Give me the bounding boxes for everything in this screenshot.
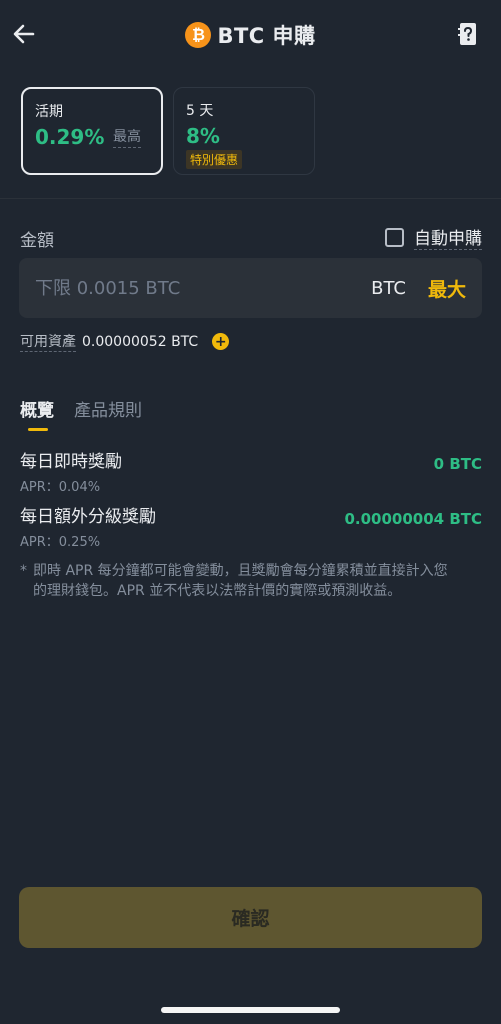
header: ₿ BTC 申購: [0, 0, 501, 70]
confirm-button[interactable]: 確認: [19, 887, 482, 948]
auto-subscribe-checkbox[interactable]: [385, 227, 404, 247]
reward-apr: APR：0.25%: [20, 535, 101, 550]
max-rate-note: 最高: [113, 126, 141, 148]
apr-footnote: * 即時 APR 每分鐘都可能會變動，且獎勵會每分鐘累積並直接計入您的理財錢包。…: [20, 561, 450, 601]
product-rate: 8%: [186, 124, 220, 148]
tab-product-rules[interactable]: 產品規則: [74, 396, 142, 431]
tab-overview[interactable]: 概覽: [20, 396, 54, 431]
max-button[interactable]: 最大: [428, 275, 466, 302]
available-balance-value: 0.00000052 BTC: [82, 333, 199, 350]
footnote-mark: *: [20, 563, 27, 579]
page-title: BTC 申購: [217, 24, 316, 48]
special-offer-badge: 特別優惠: [186, 150, 243, 169]
home-indicator: [161, 1007, 340, 1013]
reward-row-tiered: 每日額外分級獎勵 APR：0.25% 0.00000004 BTC: [20, 502, 482, 550]
amount-label: 金額: [20, 231, 54, 251]
product-card-5-day[interactable]: 5 天 8% 特別優惠: [173, 87, 315, 175]
reward-row-realtime: 每日即時獎勵 APR：0.04% 0 BTC: [20, 447, 482, 495]
help-button[interactable]: [457, 22, 479, 46]
available-balance: 可用資產 0.00000052 BTC +: [20, 331, 230, 352]
auto-subscribe-toggle[interactable]: 自動申購: [385, 224, 482, 250]
add-funds-icon[interactable]: +: [212, 333, 230, 350]
product-card-flexible[interactable]: 活期 0.29% 最高: [21, 87, 163, 175]
page-title-group: ₿ BTC 申購: [0, 20, 501, 50]
help-document-icon: [458, 23, 476, 45]
subscribe-page: ₿ BTC 申購 活期 0.29% 最高 5 天 8% 特別優惠 金額 自動申購…: [0, 0, 501, 1024]
product-term-label: 活期: [35, 104, 63, 120]
reward-name: 每日即時獎勵: [20, 452, 122, 472]
amount-unit: BTC: [371, 277, 406, 299]
amount-input-box: BTC 最大: [19, 258, 482, 318]
available-balance-label[interactable]: 可用資產: [20, 331, 76, 352]
product-cards: 活期 0.29% 最高 5 天 8% 特別優惠: [21, 87, 315, 175]
bitcoin-icon: ₿: [185, 22, 212, 48]
reward-apr: APR：0.04%: [20, 480, 101, 495]
footnote-text: 即時 APR 每分鐘都可能會變動，且獎勵會每分鐘累積並直接計入您的理財錢包。AP…: [33, 563, 448, 599]
auto-subscribe-label: 自動申購: [414, 224, 482, 250]
amount-input[interactable]: [35, 277, 372, 299]
info-tabs: 概覽 產品規則: [20, 396, 142, 431]
product-term-label: 5 天: [186, 103, 214, 119]
reward-value: 0.00000004 BTC: [344, 510, 482, 528]
reward-value: 0 BTC: [433, 455, 482, 473]
section-divider: [0, 198, 501, 199]
